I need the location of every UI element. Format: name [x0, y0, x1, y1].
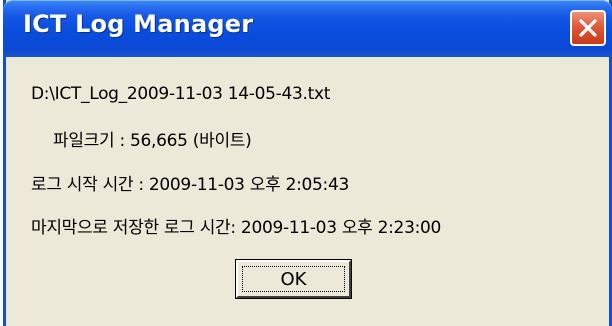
title-bar[interactable]: ICT Log Manager	[3, 0, 612, 57]
log-last-saved-text: 마지막으로 저장한 로그 시간: 2009-11-03 오후 2:23:00	[31, 218, 442, 238]
close-x-icon	[578, 18, 598, 38]
message-dialog: ICT Log Manager D:\ICT_Log_2009-11-03 14…	[3, 0, 612, 326]
close-button[interactable]	[570, 10, 606, 46]
file-size-text: 파일크기 : 56,665 (바이트)	[53, 131, 252, 151]
log-start-time-text: 로그 시작 시간 : 2009-11-03 오후 2:05:43	[31, 175, 350, 195]
window-title: ICT Log Manager	[23, 10, 254, 38]
ok-button[interactable]: OK	[235, 259, 352, 299]
file-path-text: D:\ICT_Log_2009-11-03 14-05-43.txt	[31, 84, 331, 104]
ok-button-label: OK	[280, 268, 307, 290]
